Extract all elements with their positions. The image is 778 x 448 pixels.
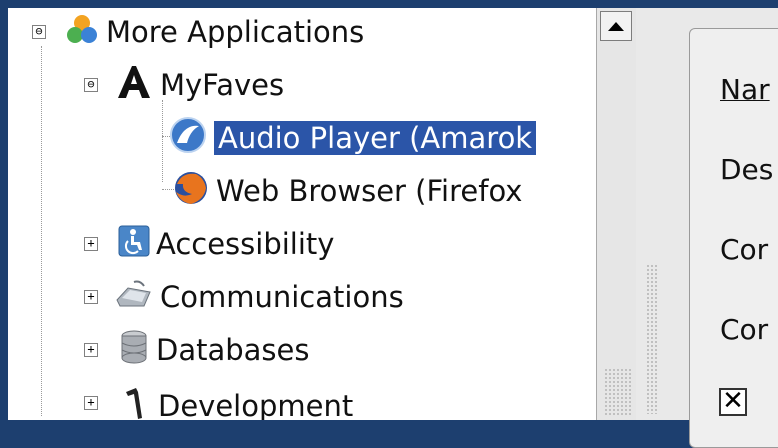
expand-accessibility-button[interactable]: + (84, 237, 98, 251)
enable-checkbox[interactable]: ✕ (719, 388, 747, 416)
amarok-icon (168, 116, 208, 161)
font-a-icon (114, 64, 154, 107)
tree-item-label: Audio Player (Amarok (214, 121, 537, 155)
tree-line (162, 100, 163, 182)
collapse-more-applications-button[interactable]: ⊖ (32, 25, 46, 39)
tree-item-label: Accessibility (156, 227, 335, 261)
expand-development-button[interactable]: + (84, 396, 98, 410)
tree-item-audio-player[interactable]: Audio Player (Amarok (168, 114, 537, 162)
tree-item-more-applications[interactable]: More Applications (64, 8, 364, 56)
tree-panel[interactable]: ⊖ More Applications ⊖ MyFaves Audio Play… (8, 8, 596, 420)
communications-icon (114, 278, 154, 317)
tree-item-label: Communications (160, 280, 404, 314)
tree-item-label: MyFaves (160, 68, 285, 102)
tree-item-databases[interactable]: Databases (118, 326, 309, 374)
tree-item-label: Development (158, 389, 354, 420)
collapse-myfaves-button[interactable]: ⊖ (84, 78, 98, 92)
tree-item-label: Databases (156, 333, 310, 367)
more-applications-icon (64, 12, 100, 53)
scroll-up-button[interactable] (600, 11, 632, 41)
name-label: Nar (720, 73, 770, 106)
accessibility-icon (118, 225, 150, 264)
command-label: Cor (720, 313, 769, 346)
tree-item-label: Web Browser (Firefox (216, 174, 523, 208)
tree-line (41, 46, 42, 416)
arrow-up-icon (608, 21, 624, 31)
tree-item-communications[interactable]: Communications (114, 273, 404, 321)
databases-icon (118, 329, 150, 372)
development-icon (122, 386, 152, 421)
description-label: Des (720, 153, 774, 186)
comment-label: Cor (720, 233, 769, 266)
expand-communications-button[interactable]: + (84, 290, 98, 304)
tree-item-label: More Applications (106, 15, 365, 49)
resize-grip[interactable] (604, 368, 632, 416)
tree-item-accessibility[interactable]: Accessibility (118, 220, 334, 268)
splitter-handle[interactable] (646, 264, 658, 414)
tree-item-development[interactable]: Development (122, 382, 353, 420)
tree-item-web-browser[interactable]: Web Browser (Firefox (172, 167, 522, 215)
expand-databases-button[interactable]: + (84, 343, 98, 357)
firefox-icon (172, 170, 210, 213)
tree-scrollbar[interactable] (596, 8, 637, 420)
tree-item-myfaves[interactable]: MyFaves (114, 61, 284, 109)
